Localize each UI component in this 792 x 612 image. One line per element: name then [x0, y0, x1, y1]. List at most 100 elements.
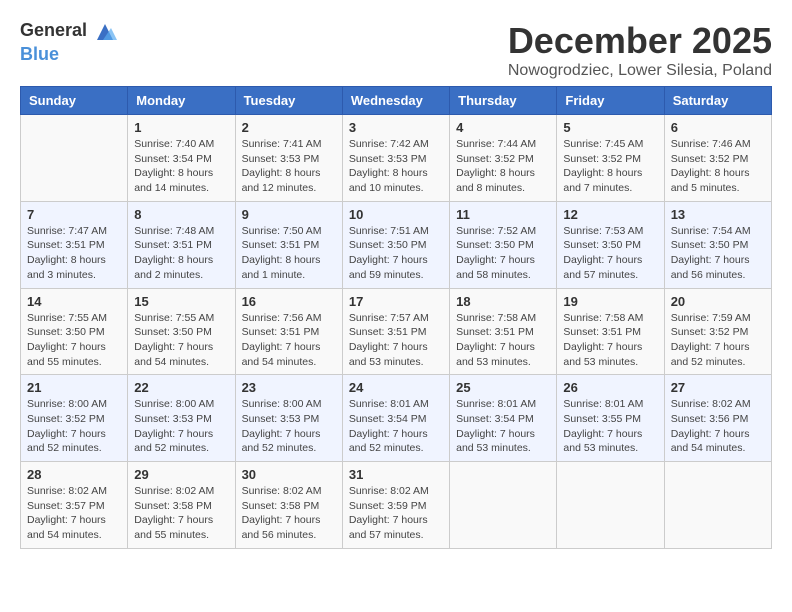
calendar-day-cell: 12 Sunrise: 7:53 AMSunset: 3:50 PMDayligh… [557, 201, 664, 288]
day-info: Sunrise: 7:52 AMSunset: 3:50 PMDaylight:… [456, 224, 550, 283]
day-number: 31 [349, 467, 443, 482]
day-number: 3 [349, 120, 443, 135]
day-number: 18 [456, 294, 550, 309]
day-number: 25 [456, 380, 550, 395]
day-number: 29 [134, 467, 228, 482]
day-info: Sunrise: 8:01 AMSunset: 3:55 PMDaylight:… [563, 397, 657, 456]
calendar-day-cell: 31Sunrise: 8:02 AMSunset: 3:59 PMDayligh… [342, 462, 449, 549]
calendar-week-row: 14Sunrise: 7:55 AMSunset: 3:50 PMDayligh… [21, 288, 772, 375]
day-info: Sunrise: 7:50 AMSunset: 3:51 PMDaylight:… [242, 224, 336, 283]
calendar-day-cell: 11Sunrise: 7:52 AMSunset: 3:50 PMDayligh… [450, 201, 557, 288]
calendar-day-cell: 20 Sunrise: 7:59 AMSunset: 3:52 PMDayligh… [664, 288, 771, 375]
calendar-week-row: 7 Sunrise: 7:47 AMSunset: 3:51 PMDaylight… [21, 201, 772, 288]
logo: General Blue [20, 20, 117, 65]
calendar-day-cell: 22 Sunrise: 8:00 AMSunset: 3:53 PMDayligh… [128, 375, 235, 462]
calendar-day-cell: 16Sunrise: 7:56 AMSunset: 3:51 PMDayligh… [235, 288, 342, 375]
calendar-day-cell: 6Sunrise: 7:46 AMSunset: 3:52 PMDaylight… [664, 115, 771, 202]
day-info: Sunrise: 7:40 AMSunset: 3:54 PMDaylight:… [134, 137, 228, 196]
calendar-day-cell: 17 Sunrise: 7:57 AMSunset: 3:51 PMDayligh… [342, 288, 449, 375]
calendar-day-cell: 19Sunrise: 7:58 AMSunset: 3:51 PMDayligh… [557, 288, 664, 375]
day-info: Sunrise: 7:59 AMSunset: 3:52 PMDaylight:… [671, 311, 765, 370]
weekday-header: Sunday [21, 87, 128, 115]
calendar-day-cell: 25 Sunrise: 8:01 AMSunset: 3:54 PMDayligh… [450, 375, 557, 462]
day-info: Sunrise: 7:58 AMSunset: 3:51 PMDaylight:… [456, 311, 550, 370]
logo-blue: Blue [20, 44, 59, 64]
calendar-day-cell [450, 462, 557, 549]
calendar-day-cell: 4 Sunrise: 7:44 AMSunset: 3:52 PMDaylight… [450, 115, 557, 202]
day-number: 20 [671, 294, 765, 309]
calendar-week-row: 28Sunrise: 8:02 AMSunset: 3:57 PMDayligh… [21, 462, 772, 549]
weekday-header: Monday [128, 87, 235, 115]
calendar-day-cell: 7 Sunrise: 7:47 AMSunset: 3:51 PMDaylight… [21, 201, 128, 288]
day-info: Sunrise: 8:01 AMSunset: 3:54 PMDaylight:… [456, 397, 550, 456]
day-number: 8 [134, 207, 228, 222]
day-number: 2 [242, 120, 336, 135]
day-info: Sunrise: 7:45 AMSunset: 3:52 PMDaylight:… [563, 137, 657, 196]
calendar-day-cell [664, 462, 771, 549]
day-number: 23 [242, 380, 336, 395]
day-info: Sunrise: 7:53 AMSunset: 3:50 PMDaylight:… [563, 224, 657, 283]
page-header: General Blue December 2025 Nowogrodziec,… [20, 20, 772, 80]
calendar-day-cell [557, 462, 664, 549]
weekday-header: Saturday [664, 87, 771, 115]
month-title: December 2025 [508, 20, 772, 62]
calendar-week-row: 1 Sunrise: 7:40 AMSunset: 3:54 PMDaylight… [21, 115, 772, 202]
location-subtitle: Nowogrodziec, Lower Silesia, Poland [508, 62, 772, 80]
day-number: 21 [27, 380, 121, 395]
calendar-day-cell: 29Sunrise: 8:02 AMSunset: 3:58 PMDayligh… [128, 462, 235, 549]
day-info: Sunrise: 7:57 AMSunset: 3:51 PMDaylight:… [349, 311, 443, 370]
day-number: 19 [563, 294, 657, 309]
logo-text: General Blue [20, 20, 117, 65]
calendar-day-cell: 8 Sunrise: 7:48 AMSunset: 3:51 PMDaylight… [128, 201, 235, 288]
title-section: December 2025 Nowogrodziec, Lower Silesi… [508, 20, 772, 80]
day-number: 15 [134, 294, 228, 309]
calendar-day-cell: 10Sunrise: 7:51 AMSunset: 3:50 PMDayligh… [342, 201, 449, 288]
calendar-day-cell: 21 Sunrise: 8:00 AMSunset: 3:52 PMDayligh… [21, 375, 128, 462]
calendar-day-cell: 1 Sunrise: 7:40 AMSunset: 3:54 PMDaylight… [128, 115, 235, 202]
calendar-day-cell: 9 Sunrise: 7:50 AMSunset: 3:51 PMDaylight… [235, 201, 342, 288]
day-number: 7 [27, 207, 121, 222]
day-number: 6 [671, 120, 765, 135]
day-number: 4 [456, 120, 550, 135]
day-number: 27 [671, 380, 765, 395]
day-number: 17 [349, 294, 443, 309]
day-info: Sunrise: 7:42 AMSunset: 3:53 PMDaylight:… [349, 137, 443, 196]
day-info: Sunrise: 7:56 AMSunset: 3:51 PMDaylight:… [242, 311, 336, 370]
calendar-day-cell: 3 Sunrise: 7:42 AMSunset: 3:53 PMDaylight… [342, 115, 449, 202]
logo-general: General [20, 20, 87, 40]
day-info: Sunrise: 8:01 AMSunset: 3:54 PMDaylight:… [349, 397, 443, 456]
day-info: Sunrise: 7:54 AMSunset: 3:50 PMDaylight:… [671, 224, 765, 283]
day-info: Sunrise: 8:02 AMSunset: 3:56 PMDaylight:… [671, 397, 765, 456]
calendar-day-cell: 26 Sunrise: 8:01 AMSunset: 3:55 PMDayligh… [557, 375, 664, 462]
calendar-header-row: SundayMondayTuesdayWednesdayThursdayFrid… [21, 87, 772, 115]
weekday-header: Tuesday [235, 87, 342, 115]
calendar-day-cell: 30Sunrise: 8:02 AMSunset: 3:58 PMDayligh… [235, 462, 342, 549]
day-info: Sunrise: 7:51 AMSunset: 3:50 PMDaylight:… [349, 224, 443, 283]
day-number: 9 [242, 207, 336, 222]
calendar-table: SundayMondayTuesdayWednesdayThursdayFrid… [20, 86, 772, 549]
day-number: 12 [563, 207, 657, 222]
day-info: Sunrise: 7:47 AMSunset: 3:51 PMDaylight:… [27, 224, 121, 283]
logo-icon [93, 20, 117, 44]
day-info: Sunrise: 7:41 AMSunset: 3:53 PMDaylight:… [242, 137, 336, 196]
day-info: Sunrise: 8:02 AMSunset: 3:58 PMDaylight:… [242, 484, 336, 543]
day-number: 13 [671, 207, 765, 222]
day-info: Sunrise: 7:48 AMSunset: 3:51 PMDaylight:… [134, 224, 228, 283]
day-number: 22 [134, 380, 228, 395]
day-info: Sunrise: 8:00 AMSunset: 3:52 PMDaylight:… [27, 397, 121, 456]
day-number: 28 [27, 467, 121, 482]
day-info: Sunrise: 7:44 AMSunset: 3:52 PMDaylight:… [456, 137, 550, 196]
calendar-day-cell: 14Sunrise: 7:55 AMSunset: 3:50 PMDayligh… [21, 288, 128, 375]
calendar-day-cell: 28Sunrise: 8:02 AMSunset: 3:57 PMDayligh… [21, 462, 128, 549]
weekday-header: Thursday [450, 87, 557, 115]
day-number: 5 [563, 120, 657, 135]
calendar-day-cell: 27 Sunrise: 8:02 AMSunset: 3:56 PMDayligh… [664, 375, 771, 462]
day-number: 26 [563, 380, 657, 395]
day-info: Sunrise: 8:00 AMSunset: 3:53 PMDaylight:… [134, 397, 228, 456]
calendar-day-cell: 15Sunrise: 7:55 AMSunset: 3:50 PMDayligh… [128, 288, 235, 375]
day-number: 24 [349, 380, 443, 395]
weekday-header: Wednesday [342, 87, 449, 115]
weekday-header: Friday [557, 87, 664, 115]
day-number: 1 [134, 120, 228, 135]
calendar-day-cell: 13 Sunrise: 7:54 AMSunset: 3:50 PMDayligh… [664, 201, 771, 288]
